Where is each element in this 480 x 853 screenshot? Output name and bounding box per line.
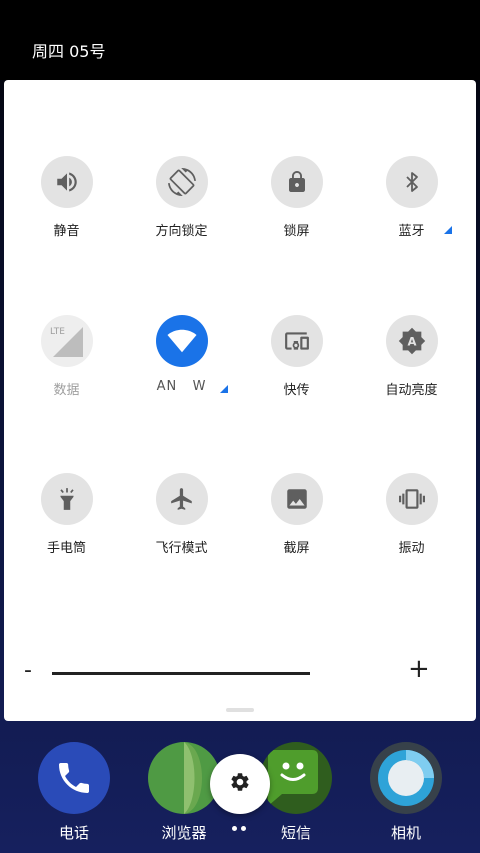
wifi-icon bbox=[156, 315, 208, 367]
tile-wifi[interactable]: AN W bbox=[124, 315, 239, 425]
tile-label: 振动 bbox=[398, 541, 425, 556]
tile-label: 自动亮度 bbox=[385, 383, 438, 398]
quick-settings-panel: 静音 方向锁定 锁屏 蓝牙 LTE 数据 AN W 快传 A 自动亮度 手电筒 … bbox=[4, 80, 476, 721]
tile-label: 数据 bbox=[53, 383, 80, 398]
page-indicator bbox=[232, 826, 248, 832]
browser-icon bbox=[148, 742, 220, 814]
tile-flashlight[interactable]: 手电筒 bbox=[9, 473, 124, 583]
lte-signal-icon: LTE bbox=[41, 315, 93, 367]
vibrate-icon bbox=[386, 473, 438, 525]
auto-brightness-badge: A bbox=[407, 335, 416, 349]
lock-icon bbox=[271, 156, 323, 208]
devices-icon bbox=[271, 315, 323, 367]
screenshot-icon bbox=[271, 473, 323, 525]
brightness-increase-button[interactable]: + bbox=[408, 654, 430, 684]
tile-screenshot[interactable]: 截屏 bbox=[239, 473, 354, 583]
dock-app-label: 短信 bbox=[280, 824, 311, 842]
brightness-decrease-button[interactable]: - bbox=[24, 658, 32, 683]
tile-label: 飞行模式 bbox=[155, 541, 208, 556]
expand-indicator bbox=[444, 226, 452, 234]
messages-icon bbox=[260, 742, 332, 814]
tile-bluetooth[interactable]: 蓝牙 bbox=[354, 156, 469, 266]
dock-app-phone[interactable]: 电话 bbox=[34, 742, 114, 842]
settings-icon bbox=[229, 771, 251, 797]
tile-label: 手电筒 bbox=[46, 541, 86, 556]
dock-app-label: 电话 bbox=[58, 824, 89, 842]
tile-airplane-mode[interactable]: 飞行模式 bbox=[124, 473, 239, 583]
expand-indicator bbox=[220, 385, 228, 393]
lte-badge: LTE bbox=[50, 327, 65, 337]
tile-label: 截屏 bbox=[283, 541, 310, 556]
brightness-slider[interactable] bbox=[52, 672, 310, 675]
tile-lock-screen[interactable]: 锁屏 bbox=[239, 156, 354, 266]
rotation-icon bbox=[156, 156, 208, 208]
tile-label: 锁屏 bbox=[283, 224, 310, 239]
bluetooth-icon bbox=[386, 156, 438, 208]
camera-icon bbox=[370, 742, 442, 814]
tile-label: 快传 bbox=[283, 383, 310, 398]
tile-mute[interactable]: 静音 bbox=[9, 156, 124, 266]
tile-vibrate[interactable]: 振动 bbox=[354, 473, 469, 583]
tile-rotation-lock[interactable]: 方向锁定 bbox=[124, 156, 239, 266]
dock-app-label: 浏览器 bbox=[161, 824, 207, 842]
phone-icon bbox=[38, 742, 110, 814]
tile-label: 静音 bbox=[53, 224, 80, 239]
tile-label: 方向锁定 bbox=[155, 224, 208, 239]
status-bar: 周四 05号 bbox=[0, 0, 480, 80]
dock-app-camera[interactable]: 相机 bbox=[366, 742, 446, 842]
tile-quick-share[interactable]: 快传 bbox=[239, 315, 354, 425]
dock-app-label: 相机 bbox=[390, 824, 421, 842]
tile-auto-brightness[interactable]: A 自动亮度 bbox=[354, 315, 469, 425]
flashlight-icon bbox=[41, 473, 93, 525]
panel-drag-handle[interactable] bbox=[226, 708, 254, 712]
settings-fab[interactable] bbox=[210, 754, 270, 814]
tile-mobile-data[interactable]: LTE 数据 bbox=[9, 315, 124, 425]
status-date: 周四 05号 bbox=[32, 42, 106, 61]
volume-icon bbox=[41, 156, 93, 208]
airplane-icon bbox=[156, 473, 208, 525]
page-dot bbox=[241, 826, 246, 831]
page-dot bbox=[232, 826, 237, 831]
auto-brightness-icon: A bbox=[386, 315, 438, 367]
